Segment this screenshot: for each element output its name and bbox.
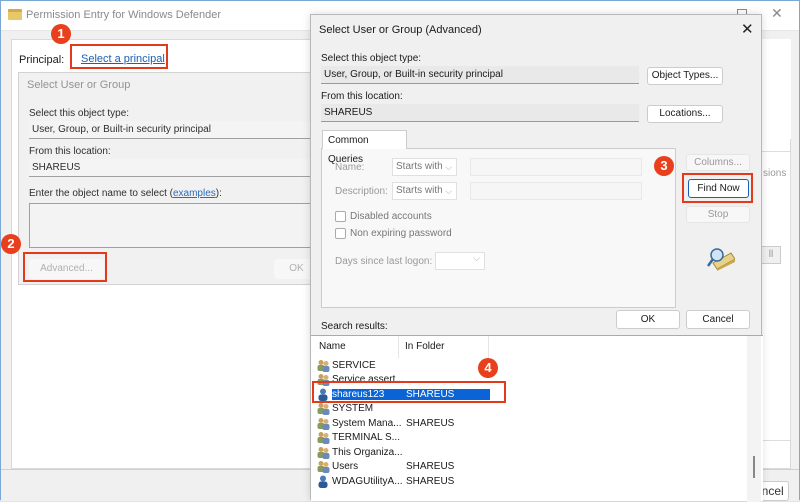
days-since-logon-label: Days since last logon: bbox=[335, 256, 433, 267]
location-label: From this location: bbox=[29, 146, 111, 157]
stop-button[interactable]: Stop bbox=[686, 206, 750, 223]
examples-link[interactable]: examples bbox=[173, 188, 216, 199]
result-row[interactable]: TERMINAL S... bbox=[311, 431, 751, 446]
group-icon bbox=[316, 446, 331, 459]
search-flashlight-icon bbox=[706, 248, 735, 271]
result-row[interactable]: WDAGUtilityA... SHAREUS bbox=[311, 474, 751, 489]
disabled-accounts-checkbox[interactable]: Disabled accounts bbox=[335, 211, 432, 222]
days-since-logon-select[interactable]: ⌵ bbox=[435, 252, 485, 270]
group-icon bbox=[316, 417, 331, 430]
enter-name-label: Enter the object name to select (example… bbox=[29, 188, 222, 199]
result-name: SERVICE bbox=[332, 359, 376, 371]
window-title: Permission Entry for Windows Defender bbox=[26, 9, 222, 21]
step-badge-3: 3 bbox=[654, 156, 674, 176]
name-operator-select[interactable]: Starts with ⌵ bbox=[392, 158, 457, 176]
object-type-label: Select this object type: bbox=[29, 108, 130, 119]
result-name: SYSTEM bbox=[332, 403, 374, 415]
result-name: TERMINAL S... bbox=[332, 432, 400, 444]
dialog-title: Select User or Group (Advanced) bbox=[319, 24, 482, 36]
description-label: Description: bbox=[335, 186, 388, 197]
column-header-name[interactable]: Name bbox=[311, 336, 399, 358]
location-field: SHAREUS bbox=[321, 104, 639, 122]
checkbox-box[interactable] bbox=[335, 211, 346, 222]
group-icon bbox=[316, 460, 331, 474]
results-header: Name In Folder bbox=[311, 336, 747, 358]
location-label: From this location: bbox=[321, 91, 403, 102]
columns-button[interactable]: Columns... bbox=[686, 154, 750, 171]
description-operator-select[interactable]: Starts with ⌵ bbox=[392, 182, 457, 200]
highlight-advanced bbox=[23, 252, 107, 282]
dialog-title: Select User or Group bbox=[27, 79, 131, 91]
location-field: SHAREUS bbox=[29, 159, 319, 177]
result-row[interactable]: This Organiza... bbox=[311, 445, 751, 460]
close-icon[interactable]: ✕ bbox=[741, 20, 754, 38]
step-badge-4: 4 bbox=[478, 358, 498, 378]
result-folder: SHAREUS bbox=[406, 461, 455, 473]
chevron-down-icon: ⌵ bbox=[445, 162, 452, 172]
chevron-down-icon: ⌵ bbox=[445, 186, 452, 196]
result-row[interactable]: Users SHAREUS bbox=[311, 460, 751, 475]
permissions-panel bbox=[761, 151, 791, 441]
tab-common-queries[interactable]: Common Queries bbox=[322, 130, 407, 165]
clear-all-button[interactable]: ll bbox=[761, 246, 781, 264]
permissions-label-fragment: sions bbox=[763, 168, 787, 179]
result-name: Users bbox=[332, 461, 359, 473]
checkbox-box[interactable] bbox=[335, 228, 346, 239]
advanced-titlebar: Select User or Group (Advanced) ✕ bbox=[311, 15, 761, 45]
group-icon bbox=[316, 431, 331, 445]
principal-label: Principal: bbox=[19, 54, 65, 66]
group-icon bbox=[316, 359, 331, 372]
object-type-field: User, Group, or Built-in security princi… bbox=[321, 66, 639, 84]
result-row[interactable]: SERVICE bbox=[311, 358, 751, 373]
scrollbar-thumb[interactable] bbox=[753, 456, 755, 478]
chevron-down-icon: ⌵ bbox=[473, 253, 480, 263]
search-results-label: Search results: bbox=[321, 321, 388, 332]
results-rows: SERVICE Service assert... shareus123 SHAREU… bbox=[311, 358, 751, 489]
object-type-field: User, Group, or Built-in security princi… bbox=[29, 121, 319, 139]
highlight-selected-user bbox=[312, 381, 506, 403]
object-types-button[interactable]: Object Types... bbox=[647, 67, 723, 85]
locations-button[interactable]: Locations... bbox=[647, 105, 723, 123]
group-icon bbox=[316, 402, 331, 416]
result-row[interactable]: System Mana... SHAREUS bbox=[311, 416, 751, 431]
cancel-button[interactable]: Cancel bbox=[686, 310, 750, 329]
result-folder: SHAREUS bbox=[406, 475, 455, 487]
name-input[interactable] bbox=[470, 158, 642, 176]
result-folder: SHAREUS bbox=[406, 417, 455, 429]
result-name: WDAGUtilityA... bbox=[332, 475, 403, 487]
step-badge-1: 1 bbox=[51, 24, 71, 44]
result-row[interactable]: SYSTEM bbox=[311, 402, 751, 417]
right-panel bbox=[761, 39, 791, 139]
advanced-dialog: Select User or Group (Advanced) ✕ Select… bbox=[310, 14, 763, 502]
non-expiring-password-checkbox[interactable]: Non expiring password bbox=[335, 228, 452, 239]
close-icon[interactable]: ✕ bbox=[771, 5, 783, 22]
ok-button[interactable]: OK bbox=[616, 310, 680, 329]
column-header-in-folder[interactable]: In Folder bbox=[399, 336, 489, 358]
object-name-input[interactable] bbox=[29, 203, 319, 248]
result-name: This Organiza... bbox=[332, 446, 403, 458]
highlight-find-now bbox=[682, 173, 753, 203]
folder-icon bbox=[8, 9, 22, 20]
step-badge-2: 2 bbox=[1, 234, 21, 254]
highlight-select-principal bbox=[70, 44, 168, 69]
result-name: System Mana... bbox=[332, 417, 402, 429]
description-input[interactable] bbox=[470, 182, 642, 200]
search-results-list: Name In Folder SERVICE Service assert... s… bbox=[311, 335, 763, 502]
common-queries-panel: Name: Starts with⌵ Description: Starts w… bbox=[321, 148, 676, 308]
object-type-label: Select this object type: bbox=[321, 53, 422, 64]
user-icon bbox=[316, 475, 331, 488]
scrollbar[interactable] bbox=[747, 336, 761, 502]
